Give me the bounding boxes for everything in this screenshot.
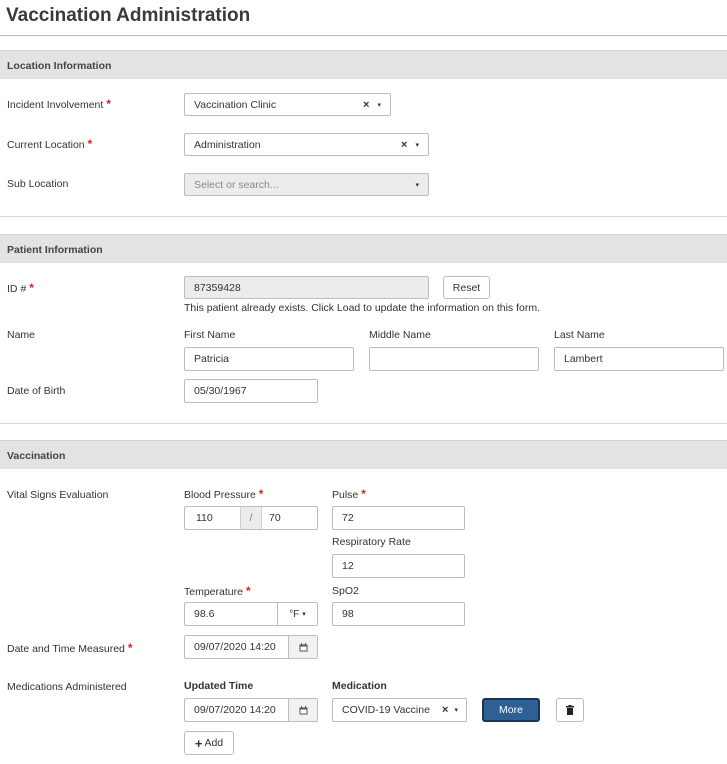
calendar-icon xyxy=(299,642,307,651)
required-icon: * xyxy=(245,584,251,598)
page-title: Vaccination Administration xyxy=(6,5,251,26)
patient-exists-note: This patient already exists. Click Load … xyxy=(184,302,541,314)
vaccination-section-header: Vaccination xyxy=(0,440,727,469)
first-name-field[interactable]: Patricia xyxy=(184,347,354,371)
systolic-input[interactable]: 110 xyxy=(185,512,240,524)
last-name-field[interactable]: Lambert xyxy=(554,347,724,371)
calendar-button[interactable] xyxy=(288,699,317,721)
chevron-down-icon: ▾ xyxy=(302,611,306,618)
first-name-value: Patricia xyxy=(194,353,230,365)
respiratory-rate-field[interactable]: 12 xyxy=(332,554,465,578)
sub-location-label: Sub Location xyxy=(7,178,69,190)
required-icon: * xyxy=(127,641,133,655)
section-divider xyxy=(0,216,727,217)
temperature-field[interactable]: 98.6 °F ▾ xyxy=(184,602,318,626)
sub-location-placeholder: Select or search... xyxy=(194,178,279,191)
dob-label: Date of Birth xyxy=(7,385,66,397)
clear-icon[interactable]: × xyxy=(363,99,369,111)
section-divider xyxy=(0,423,727,424)
calendar-button[interactable] xyxy=(288,636,317,658)
name-label: Name xyxy=(7,329,36,341)
delete-button[interactable] xyxy=(556,698,584,722)
incident-involvement-value: Vaccination Clinic xyxy=(194,98,277,111)
first-name-label: First Name xyxy=(184,329,236,341)
more-button[interactable]: More xyxy=(482,698,540,722)
id-label: ID # * xyxy=(7,281,34,295)
date-measured-label-text: Date and Time Measured xyxy=(7,643,125,655)
respiratory-rate-value: 12 xyxy=(342,560,354,572)
date-measured-label: Date and Time Measured * xyxy=(7,641,133,655)
required-icon: * xyxy=(258,487,264,501)
trash-icon xyxy=(566,705,574,715)
id-label-text: ID # xyxy=(7,283,27,295)
pulse-label-text: Pulse xyxy=(332,489,359,501)
temperature-unit: °F xyxy=(289,608,300,620)
plus-icon: + xyxy=(194,735,203,751)
temperature-unit-select[interactable]: °F ▾ xyxy=(277,603,317,625)
clear-icon[interactable]: × xyxy=(401,139,407,151)
incident-involvement-select[interactable]: Vaccination Clinic × ▾ xyxy=(184,93,391,116)
spo2-label: SpO2 xyxy=(332,585,359,597)
medication-select[interactable]: COVID-19 Vaccine × ▾ xyxy=(332,698,467,722)
required-icon: * xyxy=(29,281,34,295)
patient-id-field[interactable]: 87359428 xyxy=(184,276,429,299)
respiratory-rate-label: Respiratory Rate xyxy=(332,536,411,548)
temperature-value: 98.6 xyxy=(194,608,215,620)
last-name-label: Last Name xyxy=(554,329,605,341)
current-location-select[interactable]: Administration × ▾ xyxy=(184,133,429,156)
chevron-down-icon[interactable]: ▾ xyxy=(415,181,419,189)
temperature-label-text: Temperature xyxy=(184,586,243,598)
dob-value: 05/30/1967 xyxy=(194,385,247,397)
chevron-down-icon[interactable]: ▾ xyxy=(377,101,381,109)
medication-header: Medication xyxy=(332,680,387,692)
last-name-value: Lambert xyxy=(564,353,603,365)
blood-pressure-label: Blood Pressure * xyxy=(184,487,263,501)
calendar-icon xyxy=(299,705,307,714)
location-section-title: Location Information xyxy=(7,60,112,72)
medication-time-value: 09/07/2020 14:20 xyxy=(194,704,276,716)
current-location-value: Administration xyxy=(194,138,261,151)
clear-icon[interactable]: × xyxy=(442,704,448,716)
add-medication-label: Add xyxy=(204,737,224,749)
vaccination-section-title: Vaccination xyxy=(7,450,66,462)
dob-field[interactable]: 05/30/1967 xyxy=(184,379,318,403)
medication-time-field[interactable]: 09/07/2020 14:20 xyxy=(184,698,318,722)
spo2-field[interactable]: 98 xyxy=(332,602,465,626)
current-location-label: Current Location * xyxy=(7,137,92,151)
date-measured-field[interactable]: 09/07/2020 14:20 xyxy=(184,635,318,659)
incident-involvement-label: Incident Involvement * xyxy=(7,97,111,111)
add-medication-button[interactable]: + Add xyxy=(184,731,234,755)
patient-section-header: Patient Information xyxy=(0,234,727,263)
medications-label: Medications Administered xyxy=(7,681,127,693)
required-icon: * xyxy=(87,137,93,151)
blood-pressure-field: 110 / 70 xyxy=(184,506,318,530)
pulse-field[interactable]: 72 xyxy=(332,506,465,530)
bp-separator: / xyxy=(240,507,262,529)
vital-signs-label: Vital Signs Evaluation xyxy=(7,489,109,501)
chevron-down-icon[interactable]: ▾ xyxy=(415,141,419,149)
medication-value: COVID-19 Vaccine xyxy=(342,704,430,716)
blood-pressure-label-text: Blood Pressure xyxy=(184,489,256,501)
location-section-header: Location Information xyxy=(0,50,727,79)
chevron-down-icon[interactable]: ▾ xyxy=(454,706,458,714)
title-divider xyxy=(0,35,727,36)
middle-name-label: Middle Name xyxy=(369,329,431,341)
middle-name-field[interactable] xyxy=(369,347,539,371)
required-icon: * xyxy=(361,487,366,501)
incident-involvement-label-text: Incident Involvement xyxy=(7,99,104,111)
temperature-label: Temperature * xyxy=(184,584,251,598)
date-measured-value: 09/07/2020 14:20 xyxy=(194,641,276,653)
diastolic-input[interactable]: 70 xyxy=(262,512,317,524)
current-location-label-text: Current Location xyxy=(7,139,85,151)
sub-location-select[interactable]: Select or search... ▾ xyxy=(184,173,429,196)
updated-time-header: Updated Time xyxy=(184,680,254,692)
pulse-value: 72 xyxy=(342,512,354,524)
pulse-label: Pulse * xyxy=(332,487,366,501)
patient-id-value: 87359428 xyxy=(194,281,241,294)
required-icon: * xyxy=(106,97,111,111)
spo2-value: 98 xyxy=(342,608,354,620)
reset-button[interactable]: Reset xyxy=(443,276,490,299)
patient-section-title: Patient Information xyxy=(7,244,103,256)
